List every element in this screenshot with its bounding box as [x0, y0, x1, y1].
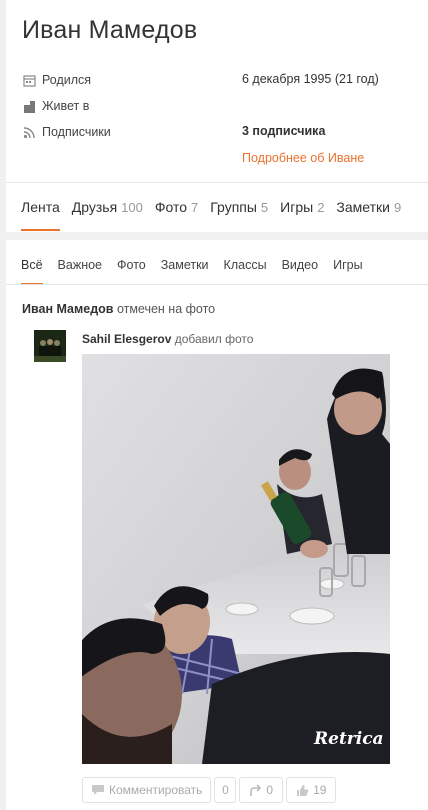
tab-notes[interactable]: Заметки 9: [336, 199, 401, 215]
feed-header-action: отмечен на фото: [116, 302, 216, 316]
filter-games[interactable]: Игры: [333, 258, 362, 272]
filter-video[interactable]: Видео: [282, 258, 319, 272]
feed-card: Всё Важное Фото Заметки Классы Видео Игр…: [6, 240, 428, 810]
feed-header: Иван Мамедов отмечен на фото: [22, 302, 215, 316]
feed-header-name[interactable]: Иван Мамедов: [22, 302, 113, 316]
tabs-divider: [6, 182, 428, 183]
tab-groups-count: 5: [260, 200, 269, 215]
tab-photos[interactable]: Фото 7: [155, 199, 198, 215]
author-action: добавил фото: [174, 332, 254, 346]
post-actions: Комментировать 0 0 19: [82, 777, 337, 803]
tab-groups[interactable]: Группы 5: [210, 199, 268, 215]
lives-label: Живет в: [42, 99, 90, 113]
subscribers-value[interactable]: 3 подписчика: [242, 124, 325, 138]
avatar[interactable]: [34, 330, 66, 362]
lives-row: Живет в: [22, 98, 89, 114]
filter-all[interactable]: Всё: [21, 258, 43, 285]
birth-label: Родился: [42, 73, 92, 87]
photo-watermark: Retrica: [313, 729, 384, 749]
tab-notes-count: 9: [393, 200, 402, 215]
subscribers-label: Подписчики: [42, 125, 111, 139]
tab-feed[interactable]: Лента: [21, 199, 60, 231]
post-photo[interactable]: Retrica: [82, 354, 390, 764]
tab-photos-count: 7: [191, 200, 199, 215]
filter-important[interactable]: Важное: [58, 258, 102, 272]
tab-games-label: Игры: [280, 199, 314, 215]
tab-games[interactable]: Игры 2: [280, 199, 324, 215]
comment-label: Комментировать: [109, 783, 203, 797]
birth-value: 6 декабря 1995 (21 год): [242, 72, 379, 86]
speech-bubble-icon: [92, 785, 104, 795]
filter-notes[interactable]: Заметки: [161, 258, 209, 272]
rss-icon: [22, 125, 36, 139]
like-count: 19: [313, 783, 327, 797]
author-name[interactable]: Sahil Elesgerov: [82, 332, 171, 346]
tab-friends[interactable]: Друзья 100: [72, 199, 143, 215]
birth-row: Родился: [22, 72, 91, 88]
subscribers-row: Подписчики: [22, 124, 111, 140]
tab-friends-label: Друзья: [71, 199, 118, 215]
share-button[interactable]: 0: [239, 777, 284, 803]
share-arrow-icon: [250, 783, 262, 796]
calendar-icon: [22, 73, 36, 87]
profile-card: Иван Мамедов Родился 6 декабря 1995 (21 …: [6, 0, 428, 232]
filter-photos[interactable]: Фото: [117, 258, 146, 272]
tab-photos-label: Фото: [154, 199, 188, 215]
like-button[interactable]: 19: [286, 777, 337, 803]
more-about-link[interactable]: Подробнее об Иване: [242, 151, 364, 165]
house-icon: [22, 99, 36, 113]
comment-count: 0: [214, 777, 237, 803]
main-tabs: Лента Друзья 100 Фото 7 Группы 5 Игры 2 Заме…: [21, 199, 413, 231]
feed-filter-tabs: Всё Важное Фото Заметки Классы Видео Игр…: [21, 258, 378, 285]
share-count: 0: [266, 783, 274, 797]
profile-name: Иван Мамедов: [22, 16, 198, 44]
comment-button[interactable]: Комментировать: [82, 777, 212, 803]
thumbs-up-icon: [297, 784, 309, 796]
author-line: Sahil Elesgerov добавил фото: [82, 332, 253, 346]
tab-friends-count: 100: [121, 200, 143, 215]
tab-groups-label: Группы: [210, 199, 257, 215]
tab-feed-label: Лента: [21, 199, 60, 215]
filter-divider: [6, 284, 428, 285]
filter-likes[interactable]: Классы: [224, 258, 267, 272]
tab-games-count: 2: [317, 200, 325, 215]
tab-notes-label: Заметки: [336, 199, 390, 215]
